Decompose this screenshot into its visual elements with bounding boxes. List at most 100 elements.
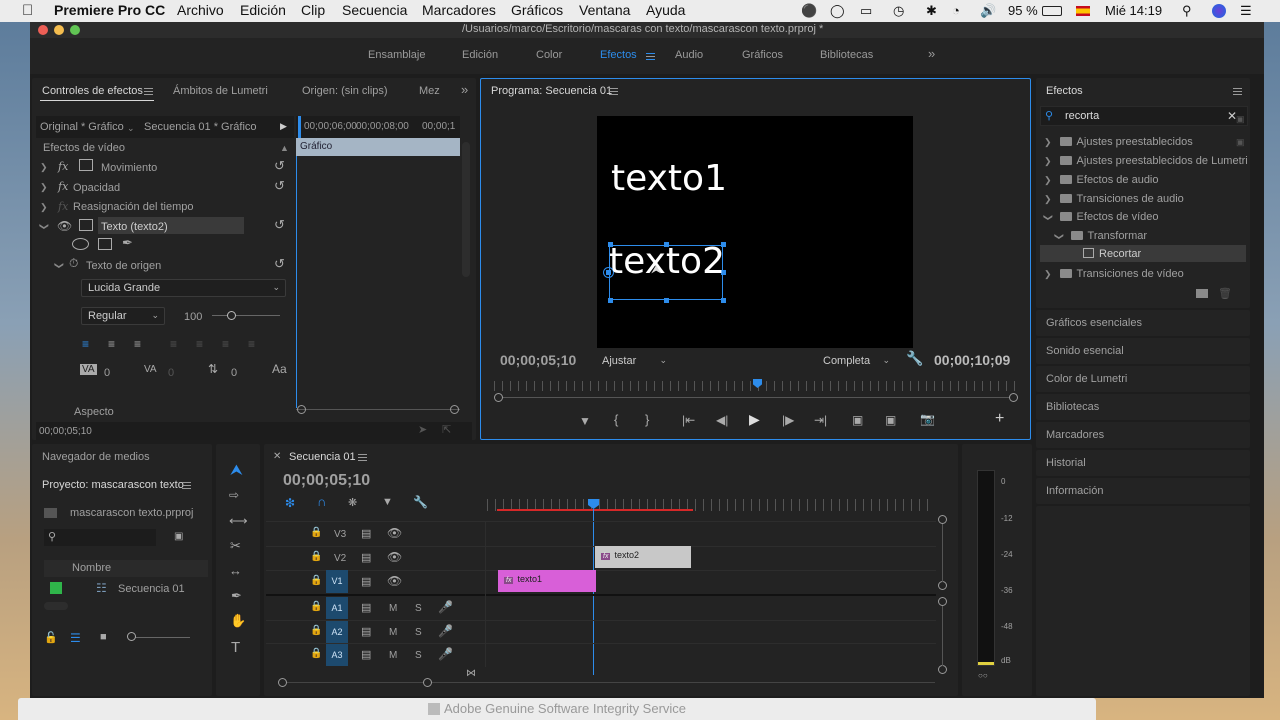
zoom-slider-thumb[interactable] — [127, 632, 136, 641]
add-marker-icon[interactable]: ▼ — [382, 496, 393, 508]
find-icon[interactable]: ▣ — [174, 531, 183, 542]
reset-icon[interactable]: ↺ — [274, 217, 285, 233]
ec-scrollbar[interactable] — [462, 142, 470, 277]
tree-item-video-transitions[interactable]: ❯ Transiciones de vídeo — [1044, 268, 1184, 280]
fx-icon[interactable]: fx — [58, 180, 68, 193]
a-scroll-handle[interactable] — [938, 665, 947, 674]
expand-icon[interactable]: ❯ — [40, 162, 48, 173]
flag-icon[interactable] — [1076, 6, 1090, 16]
ec-timecode[interactable]: 00;00;05;10 — [39, 426, 92, 437]
linked-selection-icon[interactable]: ❋ — [348, 496, 357, 509]
h-scroll-handle-right[interactable] — [423, 678, 432, 687]
step-forward-icon[interactable]: |▶ — [782, 413, 794, 427]
lock-icon[interactable]: 🔒 — [310, 648, 322, 659]
sync-lock-icon[interactable]: ▤ — [361, 527, 371, 540]
sync-lock-icon[interactable]: ▤ — [361, 648, 371, 661]
microphone-icon[interactable]: 🎤 — [438, 624, 453, 638]
font-style-select[interactable]: Regular ⌄ — [81, 307, 165, 325]
text-layer-texto2[interactable]: texto2 — [609, 241, 725, 282]
zoom-handle-right[interactable] — [450, 405, 459, 414]
fit-select[interactable]: Ajustar ⌄ — [595, 352, 673, 370]
program-monitor-title[interactable]: Programa: Secuencia 01 — [491, 85, 612, 97]
battery-percent[interactable]: 95 % — [1008, 3, 1038, 18]
project-search-field[interactable]: ⚲ — [44, 529, 156, 546]
timeline-timecode[interactable]: 00;00;05;10 — [283, 472, 370, 490]
wifi-icon[interactable]: ◔ — [952, 3, 960, 18]
tree-item-audio-transitions[interactable]: ❯ Transiciones de audio — [1044, 193, 1184, 205]
lock-icon[interactable]: 🔒 — [310, 527, 322, 538]
add-button-icon[interactable]: + — [995, 410, 1004, 428]
workspace-menu-icon[interactable] — [646, 53, 655, 60]
ripple-edit-tool-icon[interactable]: ⟷ — [229, 513, 248, 529]
scroll-handle-right[interactable] — [1009, 393, 1018, 402]
tree-item-lumetri-presets[interactable]: ❯ Ajustes preestablecidos de Lumetri — [1044, 155, 1248, 167]
lock-icon[interactable]: 🔓 — [44, 631, 58, 644]
clip-texto1[interactable]: fx texto1 — [498, 570, 596, 592]
sync-lock-icon[interactable]: ▤ — [361, 601, 371, 614]
slip-tool-icon[interactable]: ↔ — [229, 563, 242, 578]
track-label-v2[interactable]: V2 — [334, 553, 346, 564]
a-scrollbar[interactable] — [942, 606, 943, 666]
record-icon[interactable]: ⚫ — [801, 3, 817, 19]
clip-texto2[interactable]: fx texto2 — [595, 546, 691, 568]
eye-icon[interactable]: 👁 — [387, 550, 402, 564]
track-target-a1[interactable]: A1 — [326, 597, 348, 619]
workspace-edicion[interactable]: Edición — [462, 49, 498, 61]
expand-icon[interactable]: ❯ — [40, 202, 48, 213]
menu-ayuda[interactable]: Ayuda — [646, 2, 685, 18]
tab-mixer[interactable]: Mez — [419, 85, 440, 97]
tracking-value[interactable]: 0 — [168, 367, 174, 379]
program-current-timecode[interactable]: 00;00;05;10 — [500, 352, 576, 368]
lock-icon[interactable]: 🔒 — [310, 601, 322, 612]
menu-marcadores[interactable]: Marcadores — [422, 2, 496, 18]
zoom-slider-track[interactable] — [128, 637, 190, 638]
chevron-down-icon[interactable]: ⌄ — [127, 123, 135, 134]
menu-ventana[interactable]: Ventana — [579, 2, 630, 18]
timeline-h-scrollbar[interactable] — [283, 682, 935, 683]
track-select-tool-icon[interactable]: ⇨ — [229, 488, 239, 502]
nest-icon[interactable]: ❇ — [285, 496, 295, 510]
go-to-in-icon[interactable]: |⇤ — [682, 413, 695, 427]
program-video-frame[interactable]: texto1 texto2 ⮝ — [597, 116, 913, 348]
v-scrollbar[interactable] — [942, 524, 943, 582]
program-scrollbar[interactable] — [498, 397, 1014, 398]
sync-lock-icon[interactable]: ▤ — [361, 625, 371, 638]
work-area-bar[interactable] — [497, 509, 693, 511]
lock-icon[interactable]: 🔒 — [310, 551, 322, 562]
align-left-icon[interactable]: ≡ — [82, 337, 89, 351]
menu-secuencia[interactable]: Secuencia — [342, 2, 407, 18]
source-clip-select[interactable]: Original * Gráfico — [40, 121, 124, 133]
type-tool-icon[interactable]: T — [231, 639, 240, 656]
bluetooth-icon[interactable]: ✱ — [926, 3, 937, 19]
panel-menu-icon[interactable] — [144, 88, 153, 95]
solo-meter-icon[interactable]: ○○ — [978, 671, 988, 680]
workspace-audio[interactable]: Audio — [675, 49, 703, 61]
transform-box-icon[interactable] — [79, 159, 93, 171]
label-color-swatch[interactable] — [50, 582, 62, 594]
font-size-slider-thumb[interactable] — [227, 311, 236, 320]
tab-media-browser[interactable]: Navegador de medios — [42, 451, 150, 463]
export-frame-icon[interactable]: 📷 — [920, 412, 935, 426]
reset-icon[interactable]: ↺ — [274, 256, 285, 272]
ec-zoom-scrollbar[interactable] — [296, 409, 460, 410]
h-scroll-handle-left[interactable] — [278, 678, 287, 687]
mute-button[interactable]: M — [389, 650, 397, 661]
panel-lumetri-color[interactable]: Color de Lumetri — [1036, 366, 1250, 392]
accelerated-effects-icon[interactable]: ▣ — [1236, 137, 1245, 148]
tab-effect-controls[interactable]: Controles de efectos — [42, 85, 143, 97]
play-only-audio-icon[interactable]: ▶ — [280, 121, 287, 132]
clock[interactable]: Mié 14:19 — [1105, 3, 1162, 18]
icon-view-icon[interactable]: ■ — [100, 631, 107, 643]
delete-icon[interactable]: 🗑 — [1218, 287, 1232, 300]
kerning-value[interactable]: 0 — [104, 367, 110, 379]
justify-left-icon[interactable]: ≡ — [170, 337, 177, 351]
effect-texto[interactable]: Texto (texto2) — [101, 221, 168, 233]
list-view-icon[interactable]: ☰ — [70, 631, 81, 645]
project-title[interactable]: Proyecto: mascarascon texto — [42, 479, 184, 491]
text-layer-texto1[interactable]: texto1 — [611, 158, 727, 199]
track-target-v1[interactable]: V1 — [326, 570, 348, 593]
ec-clip-bar[interactable]: Gráfico — [296, 138, 460, 156]
notifications-icon[interactable]: ☰ — [1240, 3, 1252, 19]
panel-libraries[interactable]: Bibliotecas — [1036, 394, 1250, 420]
menu-edicion[interactable]: Edición — [240, 2, 286, 18]
